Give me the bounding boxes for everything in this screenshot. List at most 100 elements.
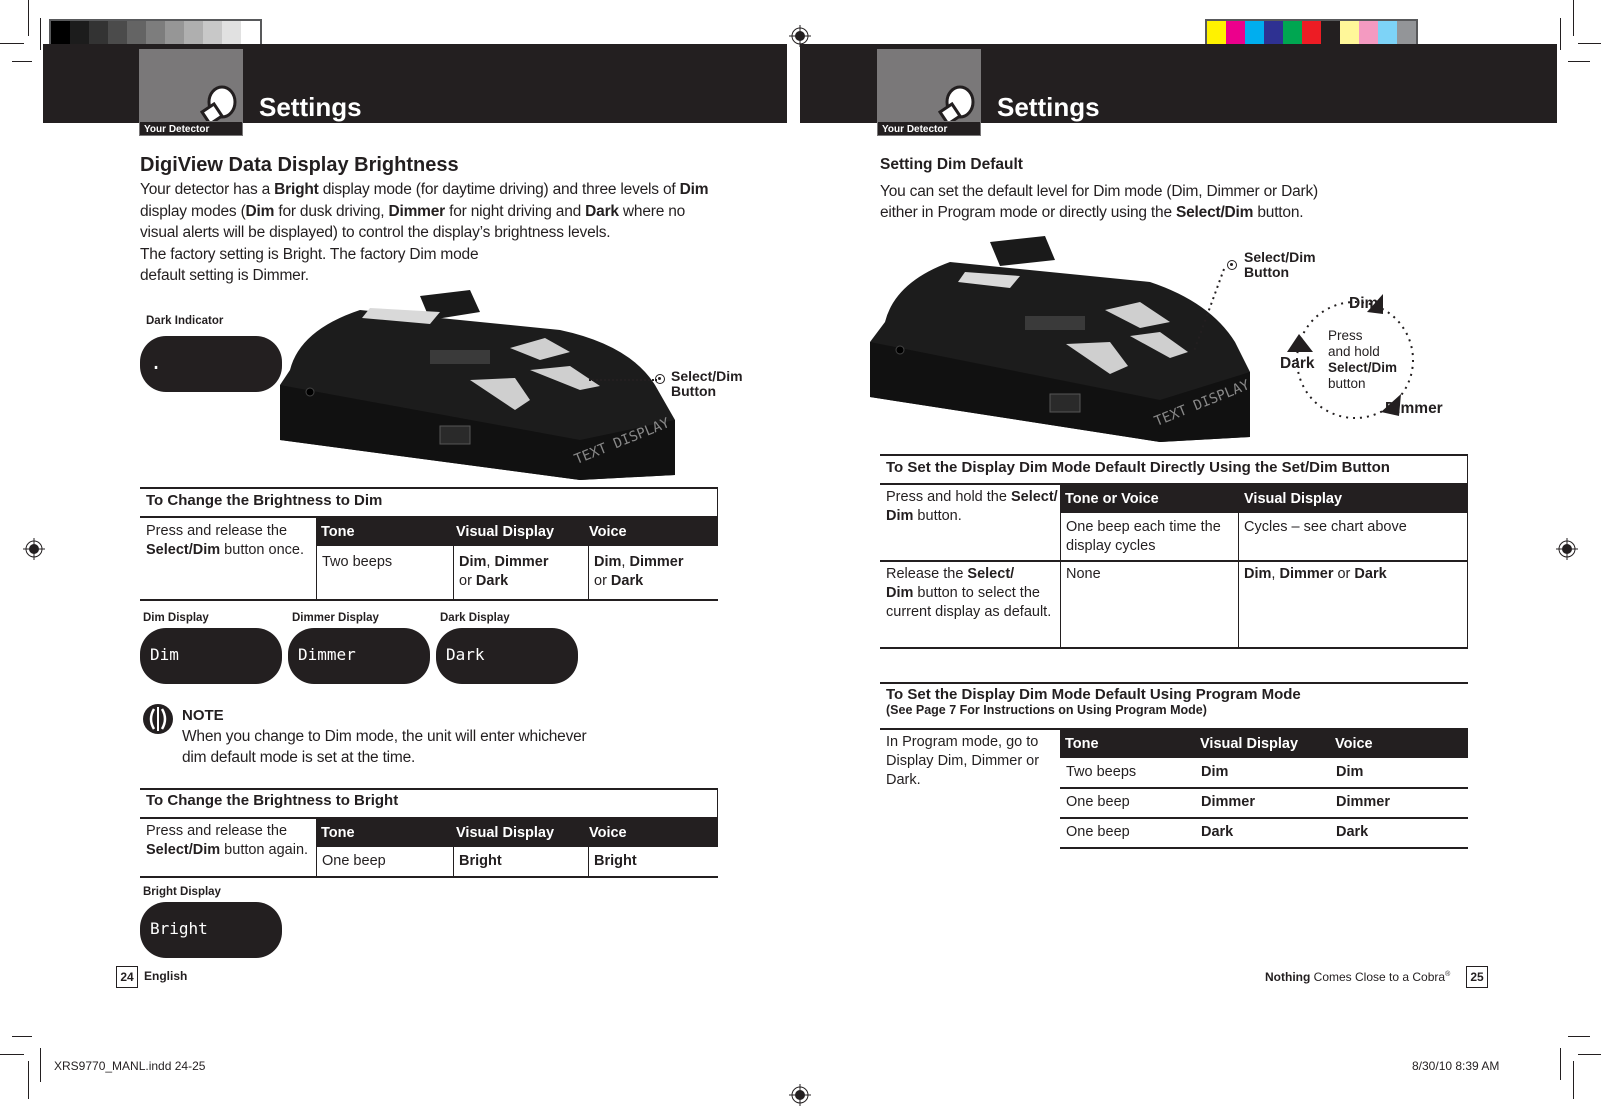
note-icon	[143, 704, 173, 734]
cycle-center-text: Press and hold Select/Dim button	[1328, 328, 1398, 391]
table-cell-voice: Bright	[594, 853, 637, 869]
crop-mark	[1568, 61, 1590, 62]
table-rule	[1060, 847, 1468, 849]
crop-mark	[1560, 1048, 1561, 1080]
bright-table-title: To Change the Brightness to Bright	[146, 792, 399, 809]
table-rule	[1060, 787, 1468, 789]
table-cell-tone: One beep	[322, 853, 386, 869]
table-cell-tone: Two beeps	[322, 554, 393, 570]
table-rule	[880, 560, 1468, 562]
table-rule	[880, 682, 1468, 684]
intro-paragraph: Your detector has a Bright display mode …	[140, 181, 709, 241]
table-cell-visual: Cycles – see chart above	[1244, 519, 1407, 535]
page-number: 25	[1466, 966, 1488, 988]
crop-mark	[1573, 0, 1574, 36]
table-cell-visual: Dark	[1201, 824, 1234, 840]
crop-mark	[0, 43, 24, 44]
table-rule	[1238, 513, 1239, 648]
crop-mark	[28, 1061, 29, 1099]
table-rule	[717, 487, 718, 517]
callout-label: Select/Dim	[1244, 249, 1316, 265]
crop-mark	[40, 18, 41, 50]
section-label: Your Detector	[139, 121, 243, 136]
slug-timestamp: 8/30/10 8:39 AM	[1412, 1059, 1500, 1073]
detector-dish-icon	[937, 85, 975, 124]
crop-mark	[1560, 18, 1561, 50]
dark-indicator-display: .	[140, 336, 282, 392]
table-rule	[588, 546, 589, 600]
column-header: Voice	[589, 524, 627, 540]
page-title: Settings	[997, 92, 1100, 122]
table-cell-visual: Dim	[1201, 764, 1229, 780]
table-rule	[453, 546, 454, 600]
detector-dish-icon	[199, 85, 237, 124]
slug-divider	[40, 1049, 41, 1082]
cycle-arrow-icon	[1287, 334, 1313, 352]
column-header: Visual Display	[1244, 491, 1343, 507]
section-subheading: Setting Dim Default	[880, 156, 1023, 173]
callout-label: Button	[671, 383, 717, 399]
dim-table-header: Tone Visual Display Voice	[316, 516, 718, 546]
intro-line: The factory setting is Bright. The facto…	[140, 246, 479, 263]
bright-display-sample: Bright	[140, 902, 282, 958]
table-cell-voice: Dimmer	[1336, 794, 1390, 810]
direct-table-header: Tone or Voice Visual Display	[1060, 483, 1468, 513]
table-cell-tone: One beep	[1066, 824, 1130, 840]
table-rule	[880, 454, 1468, 456]
column-header: Visual Display	[456, 825, 555, 841]
footer-tagline: Nothing Comes Close to a Cobra®	[1265, 970, 1451, 984]
table-cell-visual: Bright	[459, 853, 502, 869]
note-title: NOTE	[182, 707, 224, 724]
crop-mark	[12, 61, 32, 62]
table-rule	[880, 647, 1468, 649]
table-cell-tone: None	[1066, 566, 1101, 582]
note-text: When you change to Dim mode, the unit wi…	[182, 728, 587, 745]
column-header: Tone	[321, 524, 355, 540]
bright-table-header: Tone Visual Display Voice	[316, 817, 718, 847]
select-dim-callout: Select/Dim Button	[1244, 250, 1316, 280]
table-rule	[588, 847, 589, 877]
slug-filename: XRS9770_MANL.indd 24-25	[54, 1059, 206, 1073]
display-label: Bright Display	[143, 886, 221, 898]
table-cell-tone: One beep each time the display cycles	[1066, 519, 1221, 554]
column-header: Tone or Voice	[1065, 491, 1159, 507]
bright-table-instruction: Press and release the Select/Dim button …	[146, 823, 309, 858]
note-text: dim default mode is set at the time.	[182, 749, 416, 766]
column-header: Tone	[1065, 736, 1099, 752]
section-heading: DigiView Data Display Brightness	[140, 154, 459, 176]
intro-line: You can set the default level for Dim mo…	[880, 183, 1319, 200]
crop-mark	[1568, 1036, 1590, 1037]
table-cell-visual: Dim, Dimmer or Dark	[1244, 566, 1387, 582]
table-rule	[316, 817, 317, 877]
table-rule	[453, 847, 454, 877]
column-header: Voice	[589, 825, 627, 841]
dark-display-sample: Dark	[436, 628, 578, 684]
crop-mark	[0, 1054, 24, 1055]
program-table-instruction: In Program mode, go to Display Dim, Dimm…	[886, 734, 1040, 788]
table-rule	[140, 788, 718, 790]
callout-leader-line	[589, 379, 657, 381]
table-rule	[1467, 454, 1468, 484]
table-rule	[140, 487, 718, 489]
select-dim-callout: Select/Dim Button	[671, 369, 743, 399]
registration-mark-icon	[1556, 538, 1578, 560]
table-cell-voice: Dark	[1336, 824, 1369, 840]
table-cell-voice: Dim, Dimmer or Dark	[594, 554, 684, 589]
table-cell-visual: Dimmer	[1201, 794, 1255, 810]
table-cell-tone: One beep	[1066, 794, 1130, 810]
program-table-header: Tone Visual Display Voice	[1060, 728, 1468, 758]
table-cell-voice: Dim	[1336, 764, 1364, 780]
callout-label: Button	[1244, 264, 1290, 280]
table-rule	[140, 876, 718, 878]
page-title: Settings	[259, 92, 362, 122]
table-cell-tone: Two beeps	[1066, 764, 1137, 780]
intro-line: default setting is Dimmer.	[140, 267, 309, 284]
callout-target-icon	[655, 374, 665, 384]
table-rule	[1060, 483, 1061, 648]
callout-label: Select/Dim	[671, 368, 743, 384]
callout-target-icon	[1227, 260, 1237, 270]
table-rule	[140, 599, 718, 601]
cycle-label-dim: Dim	[1349, 295, 1379, 312]
crop-mark	[1573, 1061, 1574, 1099]
crop-mark	[12, 1036, 32, 1037]
